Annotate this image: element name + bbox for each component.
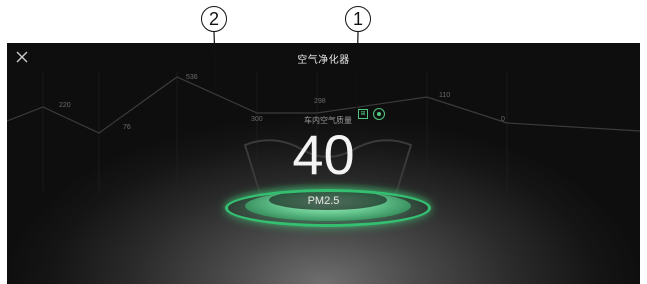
callout-lines: [213, 31, 359, 125]
